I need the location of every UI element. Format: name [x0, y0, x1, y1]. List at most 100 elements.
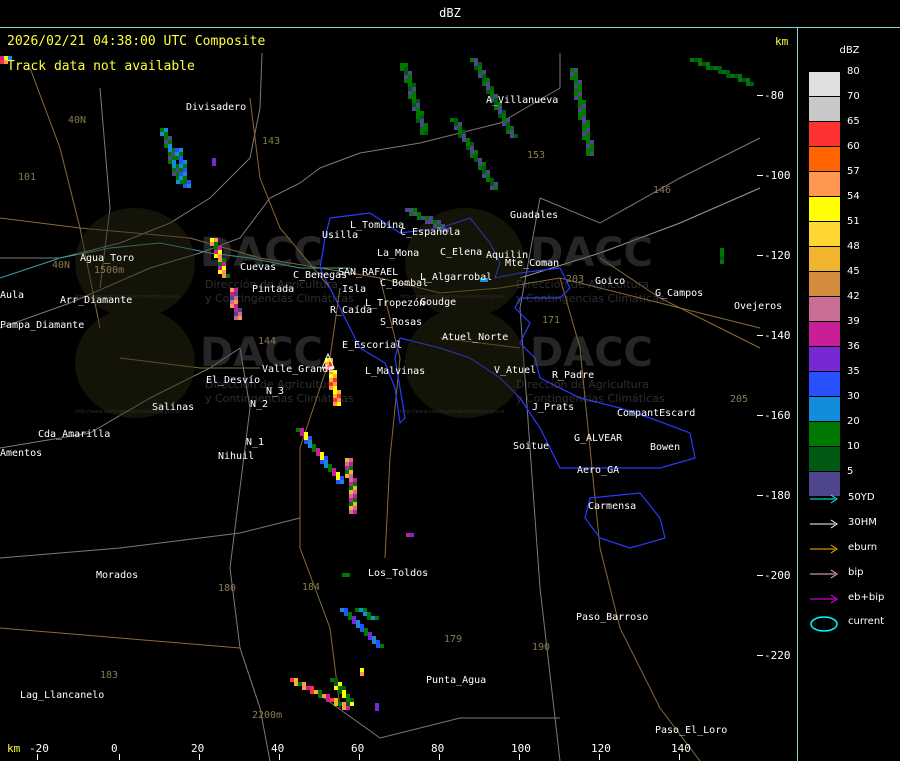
echo-cell [172, 168, 176, 172]
echo-cell [164, 128, 168, 132]
echo-cell [726, 70, 730, 74]
place-label: G_ALVEAR [574, 433, 623, 444]
legend-label-20: 20 [847, 416, 860, 427]
echo-cell [172, 164, 176, 168]
timestamp-label: 2026/02/21 04:38:00 UTC Composite [7, 34, 266, 49]
echo-cell [160, 132, 164, 136]
echo-cell [578, 104, 582, 108]
legend-current-label: current [848, 616, 885, 627]
echo-cell [324, 460, 328, 464]
echo-cell [502, 110, 506, 114]
echo-cell [356, 620, 360, 624]
echo-cell [498, 106, 502, 110]
echo-cell [214, 254, 218, 258]
place-label: CompantEscard [617, 408, 695, 419]
echo-cell [590, 152, 594, 156]
road-label: 205 [730, 394, 748, 405]
echo-cell [320, 452, 324, 456]
place-label: Amentos [0, 448, 42, 459]
echo-cell [353, 510, 357, 514]
echo-cell [416, 111, 420, 115]
echo-cell [359, 608, 363, 612]
y-tick-mark [757, 575, 763, 576]
echo-cell [336, 472, 340, 476]
echo-cell [466, 146, 470, 150]
echo-cell [328, 468, 332, 472]
echo-cell [734, 74, 738, 78]
place-label: N_3 [266, 386, 284, 397]
echo-cell [506, 122, 510, 126]
echo-cell [574, 84, 578, 88]
echo-cell [450, 118, 454, 122]
echo-cell [478, 162, 482, 166]
legend-label-39: 39 [847, 316, 860, 327]
echo-cell [506, 126, 510, 130]
echo-cell [420, 127, 424, 131]
echo-cell [578, 96, 582, 100]
radar-map[interactable]: DACC DACC DACC DACC Dirección de Agricul… [0, 28, 797, 761]
place-label: Arr_Diamante [60, 295, 132, 306]
echo-cell [690, 58, 694, 62]
echo-cell [738, 74, 742, 78]
x-tick: 80 [431, 742, 445, 755]
echo-cell [338, 702, 342, 706]
place-label: Ovejeros [734, 301, 782, 312]
echo-cell [494, 186, 498, 190]
echo-cell [738, 78, 742, 82]
echo-cell [349, 502, 353, 506]
legend-swatch-42 [809, 297, 840, 321]
echo-cell [214, 238, 218, 242]
dbz-legend: dBZ 80 70 65 60 57 54 51 48 45 42 39 36 35 30 20 10 5 50… [799, 28, 900, 761]
watermark-brand: DACC [530, 230, 653, 276]
echo-cell [363, 612, 367, 616]
place-label: R_Padre [552, 370, 594, 381]
legend-swatch-35 [809, 372, 840, 396]
echo-cell [408, 75, 412, 79]
y-tick: -140 [764, 329, 791, 342]
echo-cell [234, 304, 238, 308]
y-tick: -80 [764, 89, 784, 102]
echo-cell [345, 458, 349, 462]
echo-cell [474, 154, 478, 158]
echo-cell [342, 573, 346, 577]
echo-cell [429, 216, 433, 220]
road-label: 146 [653, 185, 671, 196]
echo-cell [168, 140, 172, 144]
legend-label-80: 80 [847, 66, 860, 77]
echo-cell [474, 158, 478, 162]
echo-cell [490, 182, 494, 186]
echo-cell [349, 482, 353, 486]
legend-track-label: eb+bip [848, 592, 885, 603]
road-label: 171 [542, 315, 560, 326]
legend-swatch-57 [809, 172, 840, 196]
echo-cell [338, 686, 342, 690]
echo-cell [330, 678, 334, 682]
echo-cell [413, 208, 417, 212]
x-tick: 40 [271, 742, 285, 755]
echo-cell [230, 304, 234, 308]
echo-cell [214, 246, 218, 250]
place-label: Punta_Agua [426, 675, 486, 686]
echo-cell [510, 130, 514, 134]
echo-cell [179, 164, 183, 168]
echo-cell [364, 632, 368, 636]
echo-cell [175, 156, 179, 160]
echo-cell [367, 616, 371, 620]
legend-swatch-10 [809, 447, 840, 471]
legend-swatch-70 [809, 97, 840, 121]
legend-swatch-65 [809, 122, 840, 146]
echo-cell [466, 138, 470, 142]
echo-cell [376, 640, 380, 644]
echo-cell [364, 628, 368, 632]
echo-cell [168, 152, 172, 156]
legend-track-label: bip [848, 567, 864, 578]
echo-cell [478, 158, 482, 162]
legend-label-65: 65 [847, 116, 860, 127]
place-label: Paso_Barroso [576, 612, 648, 623]
place-label: Nihuil [218, 451, 254, 462]
echo-cell [314, 690, 318, 694]
echo-cell [494, 106, 498, 110]
echo-cell [353, 486, 357, 490]
echo-cell [502, 122, 506, 126]
echo-cell [176, 180, 180, 184]
